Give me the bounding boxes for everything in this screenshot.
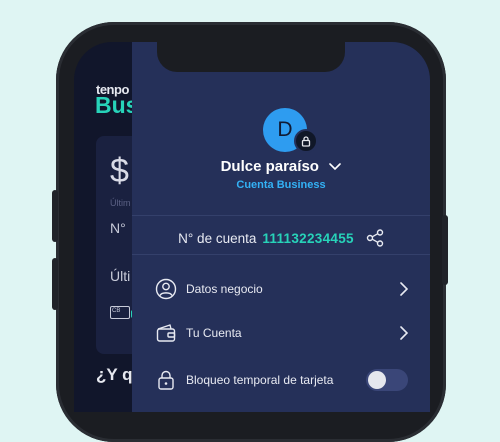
- profile-avatar[interactable]: D: [263, 108, 318, 153]
- menu-item-tu-cuenta[interactable]: Tu Cuenta: [154, 318, 408, 348]
- volume-down-button: [52, 258, 58, 310]
- chevron-down-icon: [329, 158, 342, 176]
- account-number-row: N° de cuenta 111132234455: [132, 226, 430, 250]
- menu-item-label: Tu Cuenta: [186, 326, 242, 340]
- card-chip-label: CB: [112, 308, 121, 314]
- lock-icon: [294, 129, 318, 153]
- menu-item-datos-negocio[interactable]: Datos negocio: [154, 274, 408, 304]
- phone-screen: tenpo Bus $ Últim N° Últi CB ¿Y q D Dulc…: [74, 42, 430, 412]
- volume-up-button: [52, 190, 58, 242]
- account-number-label: N° de cuenta: [178, 230, 257, 246]
- chevron-right-icon: [400, 326, 408, 340]
- wallet-icon: [154, 321, 178, 345]
- profile-name: Dulce paraíso: [220, 158, 319, 176]
- section-heading-partial: ¿Y q: [96, 365, 133, 384]
- lock-icon: [154, 368, 178, 392]
- chevron-right-icon: [400, 282, 408, 296]
- balance-symbol: $: [110, 152, 129, 190]
- profile-switcher[interactable]: Dulce paraíso: [132, 158, 430, 176]
- toggle-knob: [368, 371, 386, 389]
- balance-caption: Últim: [110, 198, 131, 208]
- menu-item-bloqueo-tarjeta: Bloqueo temporal de tarjeta: [154, 365, 408, 395]
- account-type-label: Cuenta Business: [236, 179, 326, 191]
- user-icon: [154, 277, 178, 301]
- card-lock-toggle[interactable]: [366, 369, 408, 391]
- share-icon[interactable]: [366, 229, 384, 247]
- side-drawer: D Dulce paraíso Cuenta Business N° de cu…: [132, 42, 430, 412]
- notch: [157, 42, 345, 72]
- last-movement-partial: Últi: [110, 268, 131, 284]
- divider: [132, 254, 430, 255]
- account-number-partial: N°: [110, 220, 126, 236]
- menu-item-label: Datos negocio: [186, 282, 263, 296]
- power-button: [442, 215, 448, 285]
- account-number-value: 111132234455: [262, 230, 354, 246]
- menu-item-label: Bloqueo temporal de tarjeta: [186, 373, 334, 387]
- divider: [132, 215, 430, 216]
